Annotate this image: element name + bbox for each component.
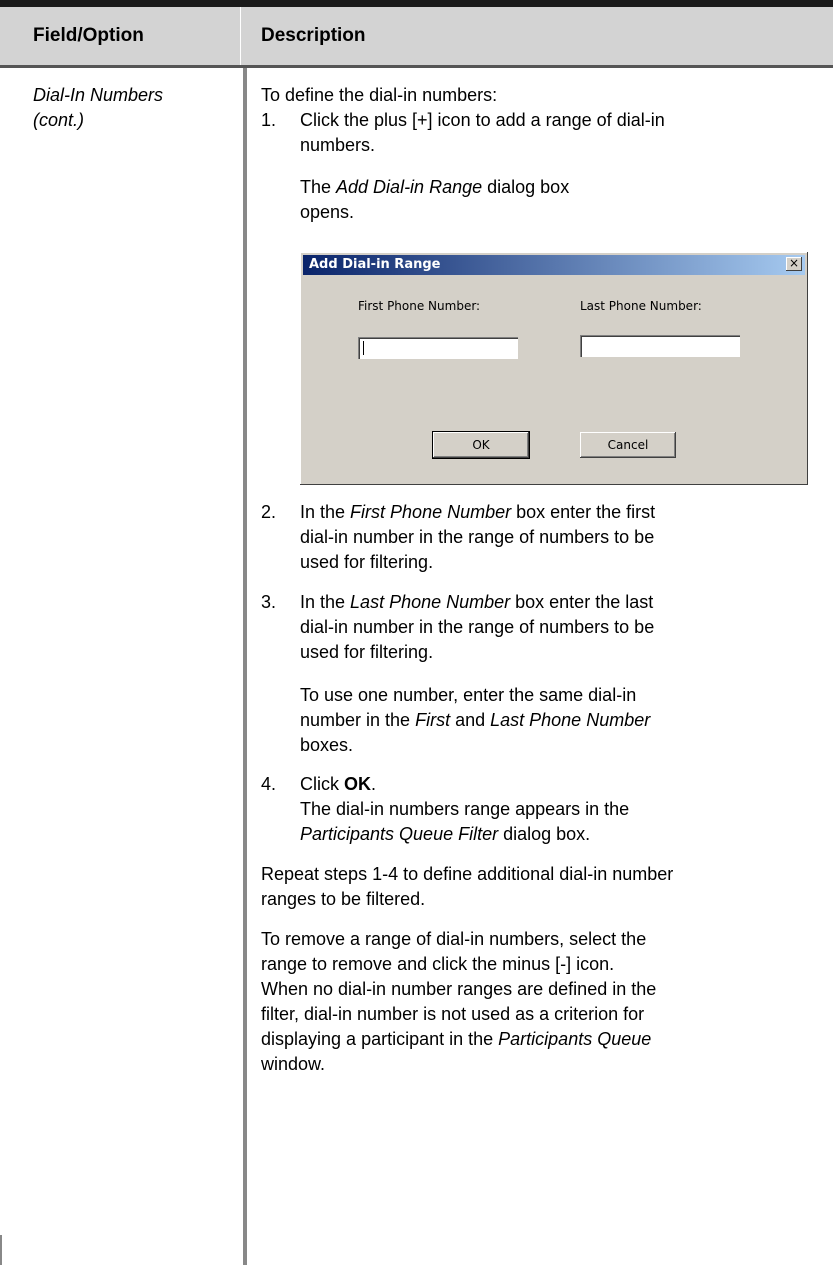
header-divider (240, 7, 241, 65)
top-rule (0, 0, 833, 7)
step1-note-line2: opens. (300, 202, 355, 222)
header-description: Description (261, 25, 366, 46)
header-field-option: Field/Option (33, 25, 144, 46)
when-line2: filter, dial-in number is not used as a … (261, 1004, 645, 1024)
step3-note-line1: To use one number, enter the same dial-i… (300, 685, 637, 705)
field-name: Dial-In Numbers (cont.) (33, 85, 164, 130)
step3-note-line3: boxes. (300, 735, 354, 755)
intro-text: To define the dial-in numbers: (261, 85, 498, 105)
step4-number: 4. (261, 774, 277, 794)
step3-line2: dial-in number in the range of numbers t… (300, 617, 655, 637)
repeat-line1: Repeat steps 1-4 to define additional di… (261, 864, 674, 884)
ok-button[interactable]: OK (432, 431, 530, 459)
step2-line2: dial-in number in the range of numbers t… (300, 527, 655, 547)
close-icon[interactable]: × (786, 257, 802, 271)
dialog-title: Add Dial-in Range (309, 257, 441, 272)
remove-line2: range to remove and click the minus [-] … (261, 954, 615, 974)
last-phone-input[interactable] (580, 335, 740, 357)
add-dial-in-range-dialog: Add Dial-in Range × First Phone Number: … (300, 252, 808, 485)
remove-line1: To remove a range of dial-in numbers, se… (261, 929, 647, 949)
step1-number: 1. (261, 110, 277, 130)
last-phone-label: Last Phone Number: (580, 299, 702, 313)
step2-number: 2. (261, 502, 277, 522)
step3-line3: used for filtering. (300, 642, 434, 662)
step3-number: 3. (261, 592, 277, 612)
column-divider (243, 68, 247, 1265)
step1-line1: Click the plus [+] icon to add a range o… (300, 110, 665, 130)
step3-line1: In the Last Phone Number box enter the l… (300, 592, 654, 612)
repeat-line2: ranges to be filtered. (261, 889, 426, 909)
step2-line3: used for filtering. (300, 552, 434, 572)
step4-line2: The dial-in numbers range appears in the (300, 799, 630, 819)
when-line4: window. (261, 1054, 326, 1074)
step4-line3: Participants Queue Filter dialog box. (300, 824, 591, 844)
step1-line2: numbers. (300, 135, 376, 155)
when-line1: When no dial-in number ranges are define… (261, 979, 657, 999)
first-phone-input[interactable] (358, 337, 518, 359)
first-phone-label: First Phone Number: (358, 299, 481, 313)
dialog-title-bar: Add Dial-in Range × (303, 255, 805, 275)
left-border (0, 1235, 2, 1265)
when-line3: displaying a participant in the Particip… (261, 1029, 652, 1049)
cancel-button[interactable]: Cancel (580, 432, 676, 458)
step1-note: The Add Dial-in Range dialog box (300, 177, 570, 197)
step4-line1: Click OK. (300, 774, 377, 794)
header-rule (0, 65, 833, 68)
step3-note-line2: number in the First and Last Phone Numbe… (300, 710, 651, 730)
step2-line1: In the First Phone Number box enter the … (300, 502, 656, 522)
